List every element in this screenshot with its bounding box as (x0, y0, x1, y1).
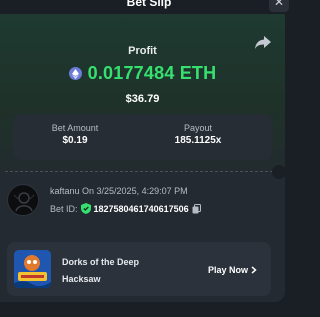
payout-value: 185.1125x (174, 135, 222, 146)
bet-id-value: 1827580461740617506 (93, 203, 189, 214)
close-icon: ✕ (273, 0, 285, 9)
chevron-right-icon (251, 266, 257, 274)
game-provider: Hacksaw (62, 274, 101, 284)
game-name: Dorks of the Deep (62, 257, 140, 267)
profit-usd-value: $36.79 (125, 93, 160, 105)
bet-slip-panel: Profit 0.0177484 ETH $36.79 Bet Amount $… (0, 14, 285, 302)
payout-label: Payout (183, 123, 213, 133)
ticket-notch (272, 165, 285, 179)
bet-user-timestamp: kaftanu On 3/25/2025, 4:29:07 PM (50, 186, 188, 196)
close-button[interactable]: ✕ (269, 0, 289, 12)
game-card[interactable]: Dorks of the Deep Hacksaw Play Now (7, 242, 271, 296)
bet-slip-title: Bet Slip (126, 0, 172, 9)
payout-stat: Payout 185.1125x (138, 123, 258, 146)
bet-slip-header: Bet Slip ✕ (0, 0, 298, 14)
bet-amount-stat: Bet Amount $0.19 (15, 123, 135, 146)
eth-icon (68, 67, 82, 80)
profit-section: Profit 0.0177484 ETH $36.79 Bet Amount $… (0, 14, 285, 174)
copy-icon[interactable] (192, 203, 201, 214)
bet-amount-value: $0.19 (62, 135, 88, 146)
ticket-divider (5, 171, 273, 172)
bet-amount-label: Bet Amount (51, 123, 99, 133)
verified-shield-icon (80, 203, 91, 214)
avatar[interactable] (7, 184, 39, 216)
bottom-strip (0, 306, 298, 317)
play-now-button[interactable]: Play Now (208, 265, 257, 275)
bet-stats-box: Bet Amount $0.19 Payout 185.1125x (13, 114, 272, 160)
game-thumbnail[interactable] (14, 250, 51, 288)
profit-value: 0.0177484 ETH (87, 63, 217, 83)
play-now-label: Play Now (208, 265, 249, 275)
bet-id-label: Bet ID: (50, 203, 78, 214)
profit-row: 0.0177484 ETH (0, 63, 285, 84)
bet-id-row: Bet ID: 1827580461740617506 (50, 203, 201, 214)
profit-label: Profit (128, 45, 157, 57)
